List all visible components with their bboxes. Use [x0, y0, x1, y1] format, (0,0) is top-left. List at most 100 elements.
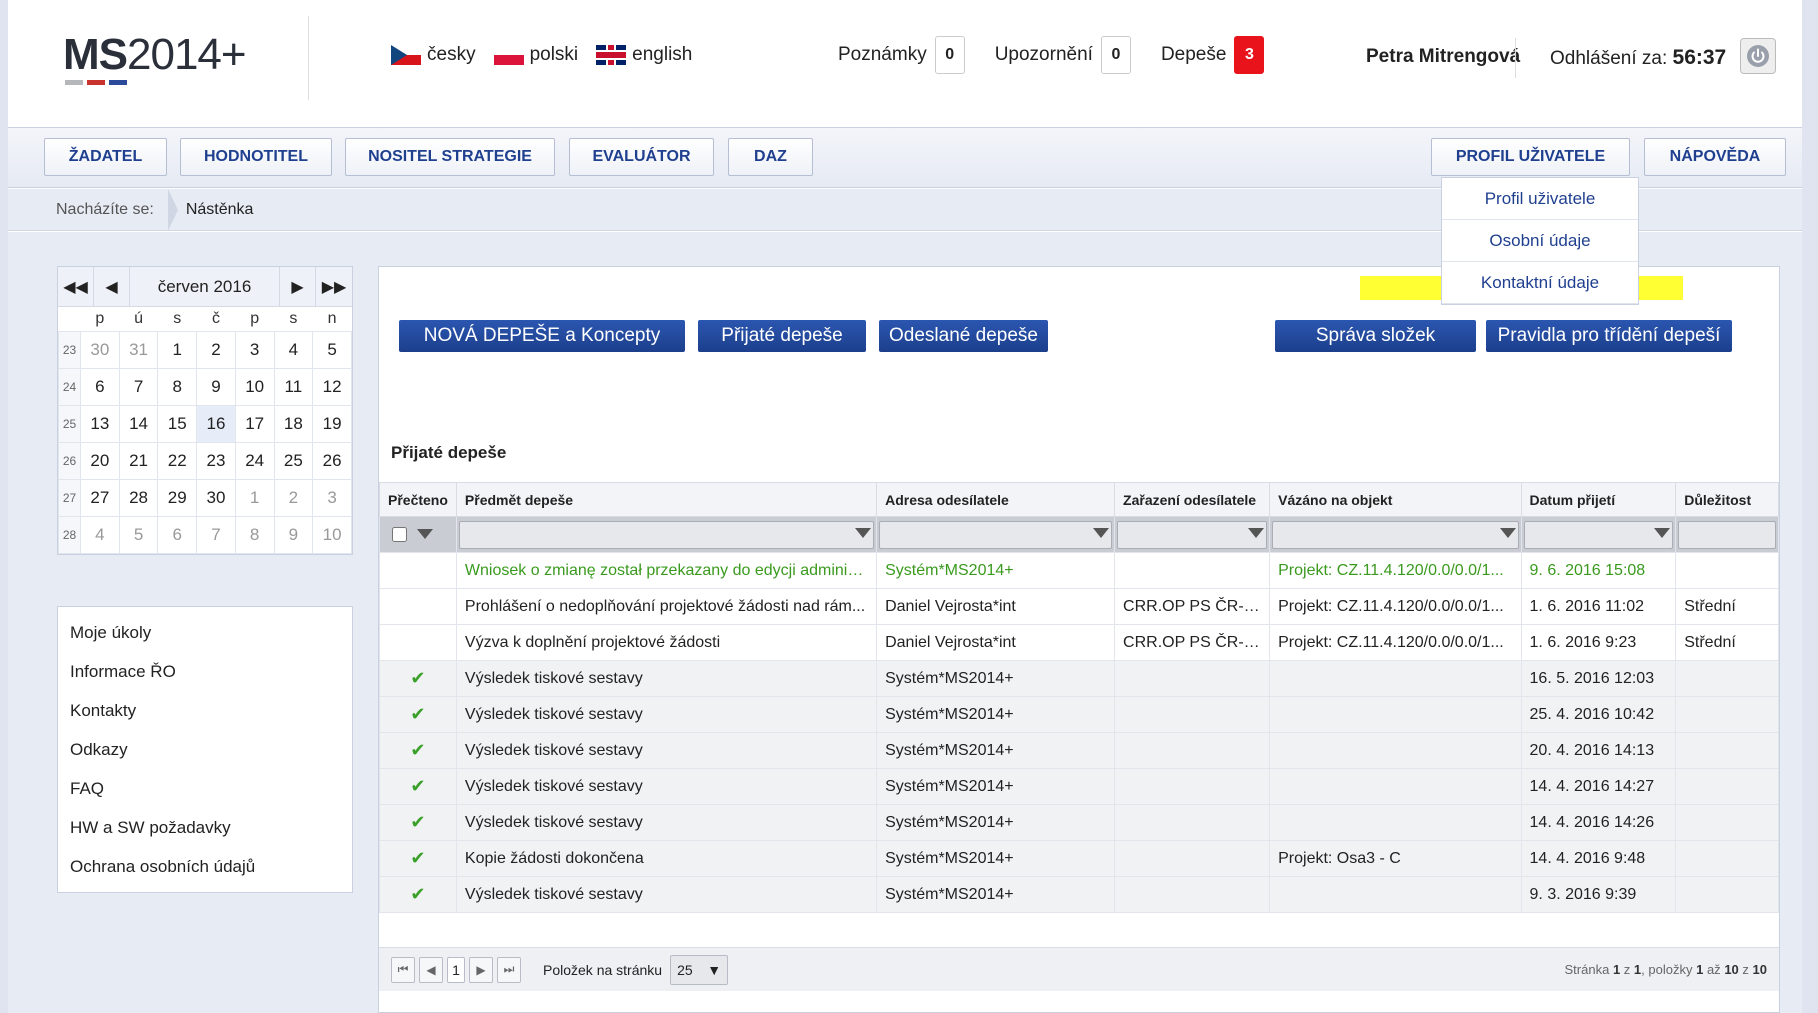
table-row[interactable]: ✔ Výsledek tiskové sestavy Systém*MS2014… — [379, 768, 1779, 805]
calendar-day[interactable]: 18 — [273, 404, 314, 443]
side-item-ro-info[interactable]: Informace ŘO — [58, 652, 352, 691]
calendar-day[interactable]: 3 — [234, 330, 275, 369]
nav-help[interactable]: NÁPOVĚDA — [1644, 138, 1786, 176]
calendar-day[interactable]: 19 — [312, 404, 352, 443]
user-name[interactable]: Petra Mitrengová — [1366, 46, 1520, 68]
menu-item-personal-data[interactable]: Osobní údaje — [1442, 220, 1638, 262]
column-header[interactable]: Adresa odesílatele — [876, 482, 1116, 517]
sorting-rules-button[interactable]: Pravidla pro třídění depeší — [1486, 320, 1732, 352]
next-month-icon[interactable]: ▶ — [280, 267, 316, 306]
nav-user-profile[interactable]: PROFIL UŽIVATELE — [1431, 138, 1630, 176]
side-item-links[interactable]: Odkazy — [58, 730, 352, 769]
calendar-day[interactable]: 12 — [312, 367, 352, 406]
nav-evaluator-2[interactable]: EVALUÁTOR — [569, 138, 714, 176]
prev-month-icon[interactable]: ◀ — [94, 267, 130, 306]
column-header[interactable]: Zařazení odesílatele — [1114, 482, 1271, 517]
table-row[interactable]: ✔ Výsledek tiskové sestavy Systém*MS2014… — [379, 876, 1779, 913]
table-row[interactable]: Výzva k doplnění projektové žádosti Dani… — [379, 624, 1779, 661]
messages-counter[interactable]: Depeše 3 — [1161, 36, 1265, 74]
filter-subject-input[interactable] — [458, 520, 875, 549]
table-row[interactable]: ✔ Výsledek tiskové sestavy Systém*MS2014… — [379, 660, 1779, 697]
calendar-day[interactable]: 22 — [157, 441, 198, 480]
alerts-counter[interactable]: Upozornění 0 — [995, 36, 1131, 74]
notes-counter[interactable]: Poznámky 0 — [838, 36, 965, 74]
calendar-day[interactable]: 30 — [196, 478, 236, 517]
lang-english[interactable]: english — [596, 44, 692, 66]
filter-icon[interactable] — [1248, 527, 1265, 538]
calendar-day[interactable]: 11 — [273, 367, 314, 406]
sent-messages-button[interactable]: Odeslané depeše — [879, 320, 1048, 352]
calendar-day[interactable]: 23 — [196, 441, 236, 480]
calendar-day[interactable]: 8 — [234, 515, 275, 554]
calendar-day[interactable]: 16 — [196, 404, 236, 443]
nav-evaluator[interactable]: HODNOTITEL — [180, 138, 332, 176]
subject-cell[interactable]: Wniosek o zmianę został przekazany do ed… — [455, 552, 878, 589]
table-row[interactable]: Prohlášení o nedoplňování projektové žád… — [379, 588, 1779, 625]
calendar-day[interactable]: 24 — [234, 441, 275, 480]
calendar-day[interactable]: 14 — [118, 404, 159, 443]
filter-importance-input[interactable] — [1678, 520, 1776, 549]
column-header[interactable]: Důležitost — [1675, 482, 1779, 517]
calendar-day[interactable]: 6 — [80, 367, 120, 406]
column-header[interactable]: Datum přijetí — [1520, 482, 1677, 517]
calendar-day[interactable]: 15 — [157, 404, 198, 443]
filter-icon[interactable] — [1093, 527, 1110, 538]
filter-icon[interactable] — [1654, 527, 1671, 538]
calendar-day[interactable]: 3 — [312, 478, 352, 517]
last-page-icon[interactable]: ⏭ — [497, 956, 521, 983]
nav-strategy-holder[interactable]: NOSITEL STRATEGIE — [345, 138, 555, 176]
calendar-day[interactable]: 1 — [234, 478, 275, 517]
calendar-day[interactable]: 26 — [312, 441, 352, 480]
subject-cell[interactable]: Prohlášení o nedoplňování projektové žád… — [455, 588, 878, 625]
subject-cell[interactable]: Výsledek tiskové sestavy — [455, 804, 878, 841]
calendar-day[interactable]: 25 — [273, 441, 314, 480]
calendar-day[interactable]: 10 — [234, 367, 275, 406]
subject-cell[interactable]: Výsledek tiskové sestavy — [455, 660, 878, 697]
calendar-day[interactable]: 29 — [157, 478, 198, 517]
table-row[interactable]: ✔ Výsledek tiskové sestavy Systém*MS2014… — [379, 696, 1779, 733]
calendar-day[interactable]: 5 — [118, 515, 159, 554]
table-row[interactable]: ✔ Výsledek tiskové sestavy Systém*MS2014… — [379, 732, 1779, 769]
lang-czech[interactable]: česky — [391, 44, 476, 66]
nav-applicant[interactable]: ŽADATEL — [44, 138, 167, 176]
subject-cell[interactable]: Výsledek tiskové sestavy — [455, 768, 878, 805]
calendar-day[interactable]: 4 — [273, 330, 314, 369]
calendar-day[interactable]: 31 — [118, 330, 159, 369]
side-item-faq[interactable]: FAQ — [58, 769, 352, 808]
column-header[interactable]: Předmět depeše — [455, 482, 878, 517]
logout-button[interactable] — [1740, 38, 1776, 74]
calendar-day[interactable]: 21 — [118, 441, 159, 480]
lang-polish[interactable]: polski — [493, 44, 578, 66]
calendar-day[interactable]: 8 — [157, 367, 198, 406]
calendar-day[interactable]: 10 — [312, 515, 352, 554]
prev-page-icon[interactable]: ◀ — [419, 956, 443, 983]
new-message-button[interactable]: NOVÁ DEPEŠE a Koncepty — [399, 320, 685, 352]
calendar-day[interactable]: 4 — [80, 515, 120, 554]
next-year-icon[interactable]: ▶▶ — [316, 267, 352, 306]
subject-cell[interactable]: Výsledek tiskové sestavy — [455, 696, 878, 733]
calendar-day[interactable]: 13 — [80, 404, 120, 443]
calendar-day[interactable]: 7 — [118, 367, 159, 406]
calendar-day[interactable]: 5 — [312, 330, 352, 369]
column-header[interactable]: Přečteno — [379, 482, 457, 517]
calendar-day[interactable]: 1 — [157, 330, 198, 369]
calendar-day[interactable]: 17 — [234, 404, 275, 443]
side-item-hw-sw[interactable]: HW a SW požadavky — [58, 808, 352, 847]
side-item-my-tasks[interactable]: Moje úkoly — [58, 613, 352, 652]
calendar-day[interactable]: 6 — [157, 515, 198, 554]
calendar-day[interactable]: 9 — [273, 515, 314, 554]
calendar-day[interactable]: 2 — [273, 478, 314, 517]
calendar-day[interactable]: 2 — [196, 330, 236, 369]
calendar-day[interactable]: 27 — [80, 478, 120, 517]
subject-cell[interactable]: Kopie žádosti dokončena — [455, 840, 878, 877]
table-row[interactable]: Wniosek o zmianę został przekazany do ed… — [379, 552, 1779, 589]
nav-daz[interactable]: DAZ — [728, 138, 813, 176]
subject-cell[interactable]: Výsledek tiskové sestavy — [455, 876, 878, 913]
side-item-contacts[interactable]: Kontakty — [58, 691, 352, 730]
first-page-icon[interactable]: ⏮ — [391, 956, 415, 983]
filter-date-input[interactable] — [1523, 520, 1674, 549]
prev-year-icon[interactable]: ◀◀ — [58, 267, 94, 306]
calendar-day[interactable]: 30 — [80, 330, 120, 369]
manage-folders-button[interactable]: Správa složek — [1275, 320, 1476, 352]
subject-cell[interactable]: Výzva k doplnění projektové žádosti — [455, 624, 878, 661]
